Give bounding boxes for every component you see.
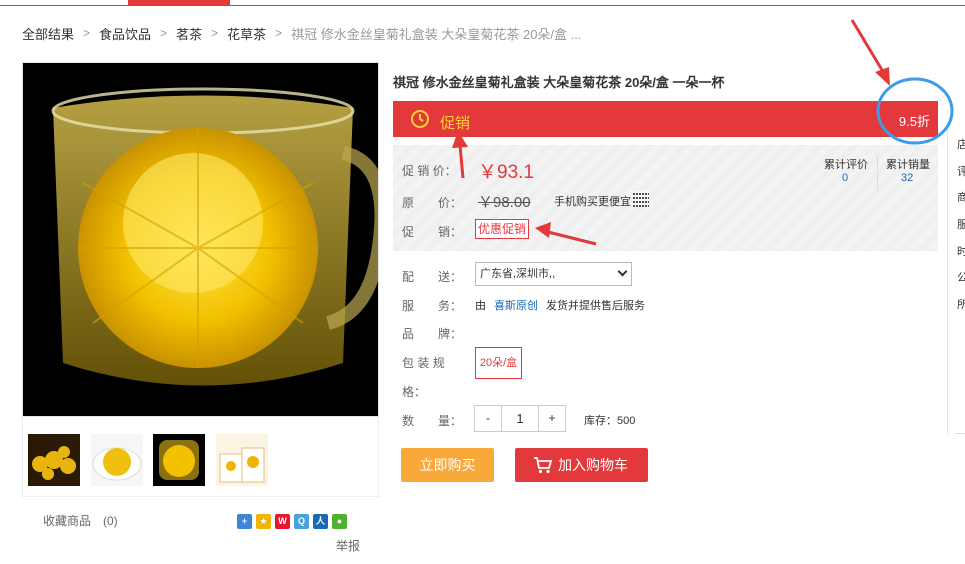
thumbnail-3[interactable]: [153, 434, 205, 486]
chevron-down-icon: [617, 266, 628, 277]
brand-label: 品 牌：: [402, 327, 463, 341]
quantity-input[interactable]: 1: [501, 406, 539, 431]
wechat-icon[interactable]: ●: [332, 514, 347, 529]
annotation-arrow: [850, 19, 887, 76]
share-icons: + ★ W Q 人 ●: [237, 514, 347, 529]
stock-count: 库存：500: [584, 415, 636, 427]
shop-side-panel: 店 评 商 服 时 公 所: [947, 124, 965, 434]
side-panel-char: 店: [957, 139, 965, 151]
tencent-weibo-icon[interactable]: Q: [294, 514, 309, 529]
weibo-icon[interactable]: W: [275, 514, 290, 529]
product-main-image[interactable]: [22, 62, 379, 417]
thumbnail-1[interactable]: [28, 434, 80, 486]
clock-icon: [411, 110, 429, 128]
quantity-label: 数 量：: [402, 414, 463, 428]
cart-icon: [534, 457, 553, 474]
plus-share-icon[interactable]: +: [237, 514, 252, 529]
breadcrumb-chevron-icon: >: [83, 26, 91, 40]
add-to-cart-label: 加入购物车: [558, 457, 628, 473]
side-panel-divider: [955, 433, 965, 434]
add-to-cart-button[interactable]: 加入购物车: [515, 448, 648, 482]
qr-code-icon[interactable]: [633, 191, 649, 207]
qzone-icon[interactable]: ★: [256, 514, 271, 529]
original-price: ￥98.00: [478, 194, 531, 211]
buy-now-button[interactable]: 立即购买: [401, 448, 494, 482]
side-panel-char: 商: [957, 192, 965, 204]
breadcrumb-herbal-tea[interactable]: 花草茶: [227, 24, 266, 43]
thumbnail-4[interactable]: [216, 434, 268, 486]
review-count[interactable]: 0: [842, 172, 848, 184]
sale-price-label: 促 销 价：: [402, 164, 457, 178]
side-panel-char: 时: [957, 246, 965, 258]
promo-banner-label: 促销: [440, 115, 471, 132]
seller-link[interactable]: 喜斯原创: [494, 297, 538, 313]
breadcrumb-current: 祺冠 修水金丝皇菊礼盒装 大朵皇菊花茶 20朵/盒 ...: [291, 26, 582, 42]
sales-count-label: 累计销量: [886, 159, 930, 171]
mobile-cheaper-link[interactable]: 手机购买更便宜: [554, 193, 631, 209]
delivery-region-select[interactable]: 广东省,深圳市,,: [475, 262, 632, 286]
promotion-label: 促 销：: [402, 225, 463, 239]
spec-label-line2: 格：: [402, 385, 427, 399]
breadcrumb-chevron-icon: >: [160, 26, 168, 40]
side-panel-char: 服: [957, 219, 965, 231]
breadcrumb-chevron-icon: >: [275, 26, 283, 40]
spec-option-20[interactable]: 20朵/盒: [475, 347, 522, 379]
sales-count: 32: [901, 172, 914, 184]
breadcrumb-food-drinks[interactable]: 食品饮品: [99, 24, 151, 43]
side-panel-char: 所: [957, 299, 965, 311]
side-panel-char: 评: [957, 166, 965, 178]
breadcrumb: 全部结果 > 食品饮品 > 茗茶 > 花草茶 > 祺冠 修水金丝皇菊礼盒装 大朵…: [22, 24, 581, 42]
service-label: 服 务：: [402, 299, 463, 313]
annotation-arrowhead: [875, 67, 890, 86]
nav-active-indicator: [128, 0, 230, 6]
review-count-label: 累计评价: [824, 159, 868, 171]
service-suffix: 发货并提供售后服务: [546, 300, 645, 312]
breadcrumb-all-results[interactable]: 全部结果: [22, 24, 74, 43]
report-link[interactable]: 举报: [336, 537, 360, 554]
favorite-product-button[interactable]: 收藏商品 (0): [43, 512, 118, 529]
spec-label-line1: 包 装 规: [402, 356, 445, 370]
renren-icon[interactable]: 人: [313, 514, 328, 529]
thumbnail-2[interactable]: [91, 434, 143, 486]
breadcrumb-tea[interactable]: 茗茶: [176, 24, 202, 43]
original-price-label: 原 价：: [402, 196, 463, 210]
promo-banner: 促销 9.5折: [393, 101, 938, 137]
quantity-minus-button[interactable]: -: [475, 406, 501, 431]
promotion-tag[interactable]: 优惠促销: [475, 219, 530, 239]
side-panel-char: 公: [957, 272, 965, 284]
quantity-plus-button[interactable]: +: [539, 406, 565, 431]
service-prefix: 由: [475, 300, 486, 312]
product-title: 祺冠 修水金丝皇菊礼盒装 大朵皇菊花茶 20朵/盒 一朵一杯: [393, 75, 725, 90]
quantity-stepper: - 1 +: [474, 405, 566, 432]
discount-badge: 9.5折: [898, 114, 930, 129]
stat-divider: [877, 155, 878, 191]
delivery-label: 配 送：: [402, 270, 463, 284]
sale-price: ￥93.1: [478, 162, 534, 183]
delivery-region-value: 广东省,深圳市,,: [480, 268, 556, 280]
breadcrumb-chevron-icon: >: [211, 26, 219, 40]
